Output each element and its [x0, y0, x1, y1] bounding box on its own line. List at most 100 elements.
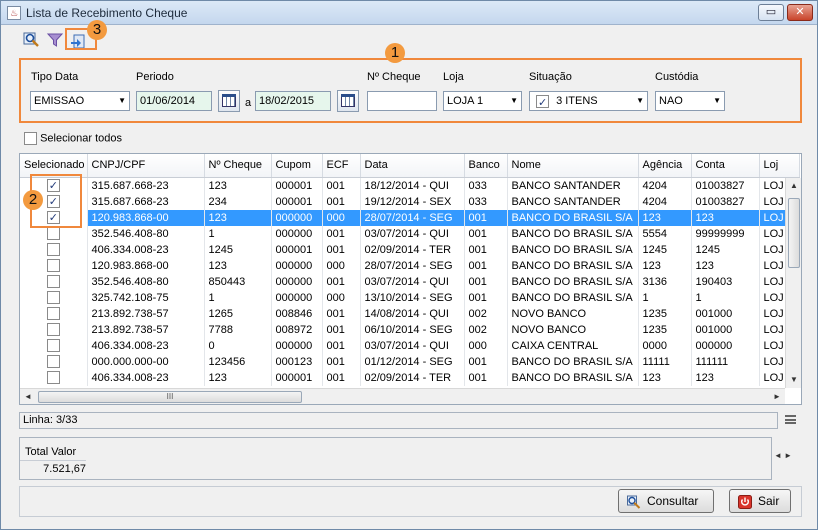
table-cell: 001 — [464, 257, 508, 274]
scroll-right-icon[interactable]: ► — [769, 389, 785, 404]
table-cell: 352.546.408-80 — [87, 225, 205, 242]
close-button[interactable]: ✕ — [787, 4, 813, 21]
column-header[interactable]: Agência — [638, 154, 692, 178]
calendar-icon[interactable] — [337, 90, 359, 112]
table-row[interactable]: 315.687.668-2323400000100119/12/2014 - S… — [20, 193, 800, 210]
badge-1: 1 — [385, 43, 405, 63]
table-cell: 120.983.868-00 — [87, 209, 205, 226]
table-cell: 14/08/2014 - QUI — [360, 305, 465, 322]
table-cell: 03/07/2014 - QUI — [360, 225, 465, 242]
menu-icon[interactable] — [785, 415, 796, 424]
periodo-label: Periodo — [136, 71, 174, 83]
table-cell: BANCO DO BRASIL S/A — [507, 225, 639, 242]
chevron-down-icon: ▼ — [510, 96, 518, 105]
table-row[interactable]: 406.334.008-23 0 000000 001 03/07/2014 - QUI… — [20, 337, 800, 354]
row-checkbox[interactable] — [46, 323, 60, 337]
table-cell: BANCO DO BRASIL S/A — [507, 257, 639, 274]
table-row[interactable]: 352.546.408-80 1 000000 001 03/07/2014 - QUI… — [20, 225, 800, 242]
table-cell: 001 — [464, 353, 508, 370]
table-cell: 008972 — [271, 321, 323, 338]
table-row[interactable]: 120.983.868-0012300000000028/07/2014 - S… — [20, 257, 800, 274]
column-header[interactable]: Loj — [759, 154, 800, 178]
row-checkbox[interactable] — [46, 339, 60, 353]
table-cell: 5554 — [638, 225, 692, 242]
table-row[interactable]: 120.983.868-0012300000000028/07/2014 - S… — [20, 209, 800, 226]
totals-scroll-arrows[interactable]: ◄ ► — [774, 451, 792, 460]
calendar-icon[interactable] — [218, 90, 240, 112]
table-cell: 001 — [464, 369, 508, 386]
scroll-up-icon[interactable]: ▲ — [786, 178, 801, 194]
table-cell: 001 — [322, 177, 361, 194]
periodo-to-input[interactable]: 18/02/2015 — [255, 91, 331, 111]
column-header[interactable]: Nº Cheque — [204, 154, 272, 178]
row-checkbox-cell — [20, 257, 88, 274]
table-cell: 406.334.008-23 — [87, 241, 205, 258]
table-cell: BANCO SANTANDER — [507, 177, 639, 194]
situacao-select[interactable]: 3 ITENS ▼ — [529, 91, 648, 112]
horizontal-scroll-thumb[interactable]: III — [38, 391, 302, 403]
tipo-data-select[interactable]: EMISSAO ▼ — [30, 91, 130, 111]
row-checkbox[interactable] — [46, 227, 60, 241]
table-row[interactable]: 213.892.738-57 7788 008972 001 06/10/2014 - … — [20, 321, 800, 338]
table-cell: 000000 — [271, 209, 323, 226]
row-checkbox[interactable] — [46, 355, 60, 369]
table-row[interactable]: 213.892.738-57 1265 008846 001 14/08/2014 - … — [20, 305, 800, 322]
table-cell: 000001 — [271, 177, 323, 194]
select-all[interactable]: Selecionar todos — [24, 132, 122, 145]
vertical-scrollbar[interactable]: ▲ ▼ — [785, 178, 801, 388]
table-row[interactable]: 325.742.108-75 1 000000 000 13/10/2014 - SEG… — [20, 289, 800, 306]
table-cell: 02/09/2014 - TER — [360, 369, 465, 386]
column-header[interactable]: Conta — [691, 154, 760, 178]
column-header[interactable]: Data — [360, 154, 465, 178]
table-cell: 033 — [464, 177, 508, 194]
table-cell: 1 — [638, 289, 692, 306]
table-cell: 1235 — [638, 305, 692, 322]
row-checkbox[interactable] — [46, 307, 60, 321]
table-cell: 000000 — [271, 225, 323, 242]
search-icon[interactable] — [23, 31, 41, 49]
table-row[interactable]: 000.000.000-00 123456 000123 001 01/12/2014 … — [20, 353, 800, 370]
title-bar: ♨ Lista de Recebimento Cheque ▭ ✕ — [1, 1, 817, 25]
table-cell: BANCO DO BRASIL S/A — [507, 289, 639, 306]
table-cell: 000000 — [271, 273, 323, 290]
row-checkbox[interactable] — [46, 371, 60, 385]
sair-button[interactable]: Sair — [729, 489, 791, 513]
select-all-checkbox[interactable] — [24, 132, 37, 145]
periodo-from-input[interactable]: 01/06/2014 — [136, 91, 212, 111]
row-checkbox[interactable] — [46, 243, 60, 257]
table-row[interactable]: 406.334.008-23 1245 000001 001 02/09/2014 - … — [20, 241, 800, 258]
vertical-scroll-thumb[interactable] — [788, 198, 800, 268]
column-header[interactable]: Cupom — [271, 154, 323, 178]
row-checkbox-cell — [20, 289, 88, 306]
table-cell: 123 — [204, 209, 272, 226]
row-checkbox[interactable] — [46, 275, 60, 289]
table-cell: 000000 — [691, 337, 760, 354]
row-checkbox[interactable] — [46, 259, 60, 273]
table-row[interactable]: 315.687.668-2312300000100118/12/2014 - Q… — [20, 177, 800, 194]
filter-icon[interactable] — [46, 31, 64, 49]
table-cell: 120.983.868-00 — [87, 257, 205, 274]
table-row[interactable]: 352.546.408-80 850443 000000 001 03/07/2014 … — [20, 273, 800, 290]
situacao-label: Situação — [529, 71, 572, 83]
column-header[interactable]: ECF — [322, 154, 361, 178]
row-checkbox[interactable] — [46, 291, 60, 305]
column-header[interactable]: Banco — [464, 154, 508, 178]
restore-button[interactable]: ▭ — [758, 4, 784, 21]
scroll-left-icon[interactable]: ◄ — [20, 389, 36, 404]
cheque-input[interactable] — [367, 91, 437, 111]
totals-panel: Total Valor 7.521,67 — [19, 437, 772, 480]
table-cell: 001 — [322, 369, 361, 386]
consultar-button[interactable]: Consultar — [618, 489, 714, 513]
column-header[interactable]: CNPJ/CPF — [87, 154, 205, 178]
custodia-select[interactable]: NAO ▼ — [655, 91, 725, 111]
column-header[interactable]: Nome — [507, 154, 639, 178]
row-checkbox-cell — [20, 353, 88, 370]
table-cell: 000001 — [271, 241, 323, 258]
table-row[interactable]: 406.334.008-23 123 000001 001 02/09/2014 - T… — [20, 369, 800, 386]
table-cell: 001 — [464, 289, 508, 306]
scroll-down-icon[interactable]: ▼ — [786, 372, 801, 388]
horizontal-scrollbar[interactable]: ◄ III ► — [20, 388, 785, 404]
table-cell: 1245 — [204, 241, 272, 258]
loja-select[interactable]: LOJA 1 ▼ — [443, 91, 522, 111]
table-cell: 001000 — [691, 321, 760, 338]
